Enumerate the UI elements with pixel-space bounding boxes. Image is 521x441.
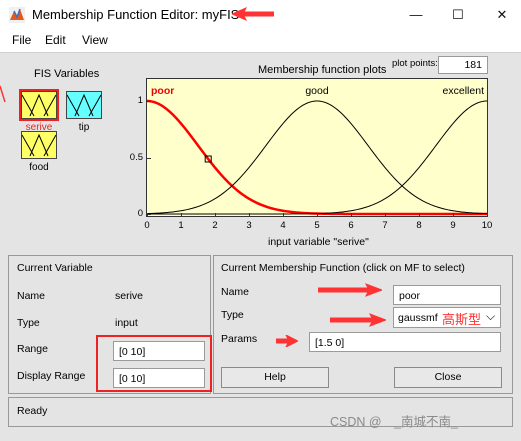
chevron-down-icon: ⌵ xyxy=(486,309,496,323)
mf-type-annotation: 高斯型 xyxy=(442,312,482,327)
mf-glyph-icon xyxy=(21,93,57,117)
plot-points-input[interactable]: 181 xyxy=(438,56,488,74)
cv-range-label: Range xyxy=(17,343,48,355)
title-annotation-arrow xyxy=(232,7,274,21)
mf-params-input[interactable]: [1.5 0] xyxy=(309,332,501,352)
x-axis-label: input variable "serive" xyxy=(268,236,369,248)
mf-type-select[interactable]: gaussmf 高斯型 ⌵ xyxy=(393,307,501,328)
cv-name-value: serive xyxy=(115,290,144,302)
mf-name-input[interactable]: poor xyxy=(393,285,501,305)
minimize-button[interactable]: — xyxy=(398,0,434,30)
close-window-button[interactable]: ✕ xyxy=(484,0,520,30)
mf-chart[interactable]: poor good excellent xyxy=(146,79,488,216)
help-button[interactable]: Help xyxy=(221,367,329,388)
watermark: CSDN @ _南城不南_ xyxy=(330,415,458,429)
window-title: Membership Function Editor: myFIS xyxy=(32,7,240,22)
fis-variables-label: FIS Variables xyxy=(34,68,100,80)
close-button[interactable]: Close xyxy=(394,367,502,388)
mf-curve-poor[interactable] xyxy=(146,99,487,216)
menu-view[interactable]: View xyxy=(82,33,108,47)
type-annotation-arrow xyxy=(330,313,386,327)
mf-curve-good[interactable] xyxy=(146,100,488,215)
input-variable-food-label: food xyxy=(29,162,49,173)
cv-range-input[interactable]: [0 10] xyxy=(113,341,205,361)
maximize-button[interactable]: ☐ xyxy=(440,0,476,30)
cv-display-range-input[interactable]: [0 10] xyxy=(113,368,205,388)
mf-label-good[interactable]: good xyxy=(305,85,329,97)
name-annotation-arrow xyxy=(318,283,382,297)
input-variable-serive[interactable] xyxy=(21,91,57,119)
cv-name-label: Name xyxy=(17,290,46,302)
current-mf-title: Current Membership Function (click on MF… xyxy=(221,262,465,274)
plot-title: Membership function plots xyxy=(258,64,387,76)
menu-edit[interactable]: Edit xyxy=(45,33,66,47)
matlab-app-icon xyxy=(9,7,25,23)
mf-type-label: Type xyxy=(221,309,244,321)
mf-name-label: Name xyxy=(221,286,250,298)
input-variable-food[interactable] xyxy=(21,131,57,159)
mf-glyph-icon xyxy=(66,93,102,117)
cv-type-value: input xyxy=(115,317,138,329)
output-variable-tip-label: tip xyxy=(78,122,90,133)
cv-type-label: Type xyxy=(17,317,40,329)
params-annotation-arrow xyxy=(276,335,298,347)
mf-label-excellent[interactable]: excellent xyxy=(443,85,485,97)
mf-type-value: gaussmf xyxy=(398,312,438,324)
mf-params-label: Params xyxy=(221,333,258,345)
edge-annotation-mark xyxy=(0,85,6,103)
menu-file[interactable]: File xyxy=(12,33,31,47)
mf-curve-excellent[interactable] xyxy=(147,100,488,215)
menu-bar xyxy=(0,30,521,52)
status-text: Ready xyxy=(17,405,48,417)
cv-display-range-label: Display Range xyxy=(17,370,86,382)
output-variable-tip[interactable] xyxy=(66,91,102,119)
current-variable-title: Current Variable xyxy=(17,262,93,274)
mf-label-poor[interactable]: poor xyxy=(151,85,174,97)
mf-glyph-icon xyxy=(21,133,57,157)
plot-points-label: plot points: xyxy=(392,58,438,69)
mf-plot-area[interactable]: poor good excellent xyxy=(146,78,488,217)
